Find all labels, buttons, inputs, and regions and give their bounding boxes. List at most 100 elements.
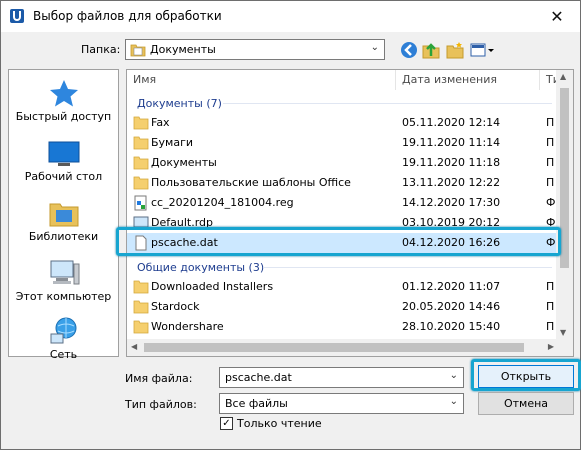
app-icon — [10, 9, 24, 23]
documents-folder-icon — [130, 44, 146, 57]
place-desktop[interactable]: Рабочий стол — [9, 140, 118, 183]
scroll-right-icon[interactable]: ▶ — [548, 342, 554, 351]
column-name[interactable]: Имя — [133, 73, 156, 86]
up-folder-button[interactable] — [421, 40, 441, 60]
filename-label: Имя файла: — [125, 372, 193, 385]
folder-row: Папка: Документы ⌄ — [1, 38, 580, 62]
file-row[interactable]: Пользовательские шаблоны Office 13.11.20… — [127, 173, 558, 193]
file-row[interactable]: Stardock 20.05.2020 14:46 П — [127, 297, 558, 317]
file-type: П — [546, 116, 555, 129]
file-type: П — [546, 300, 555, 313]
readonly-checkbox[interactable]: ✓ — [220, 417, 233, 430]
folder-icon — [133, 116, 149, 130]
window-title: Выбор файлов для обработки — [33, 9, 222, 23]
filetype-dropdown[interactable]: Все файлы ⌄ — [219, 393, 464, 414]
file-row[interactable]: Wondershare 28.10.2020 15:40 П — [127, 317, 558, 337]
file-name: Документы — [151, 156, 217, 169]
file-date: 01.12.2020 11:07 — [402, 280, 501, 293]
close-icon: ✕ — [550, 7, 564, 26]
checkmark-icon: ✓ — [222, 418, 231, 429]
folder-icon — [133, 320, 149, 334]
file-name: Fax — [151, 116, 170, 129]
chevron-down-icon: ⌄ — [370, 42, 379, 53]
new-folder-button[interactable] — [445, 40, 465, 60]
folder-label: Папка: — [81, 43, 121, 56]
scroll-left-icon[interactable]: ◀ — [131, 342, 137, 351]
place-quick-access[interactable]: Быстрый доступ — [9, 78, 118, 123]
place-this-pc[interactable]: Этот компьютер — [9, 258, 118, 303]
scroll-up-icon[interactable]: ▲ — [560, 72, 566, 81]
file-date: 13.11.2020 12:22 — [402, 176, 501, 189]
group-header-documents[interactable]: Документы (7) — [127, 93, 558, 113]
file-date: 19.11.2020 11:18 — [402, 156, 501, 169]
open-button[interactable]: Открыть — [478, 365, 574, 388]
title-bar: Выбор файлов для обработки ✕ — [1, 1, 580, 32]
column-header: ˄ Имя Дата изменения Ти — [127, 69, 560, 90]
group-divider — [263, 267, 552, 268]
column-date[interactable]: Дата изменения — [402, 73, 497, 86]
registry-file-icon — [134, 195, 147, 211]
filetype-value: Все файлы — [225, 397, 288, 410]
folder-dropdown[interactable]: Документы ⌄ — [125, 39, 385, 60]
file-date: 05.11.2020 12:14 — [402, 116, 501, 129]
column-separator[interactable] — [395, 70, 396, 90]
folder-icon — [133, 176, 149, 190]
horizontal-scrollbar[interactable]: ◀ ▶ — [127, 339, 558, 356]
file-row[interactable]: cc_20201204_181004.reg 14.12.2020 17:30 … — [127, 193, 558, 213]
column-separator[interactable] — [539, 70, 540, 90]
file-name: Пользовательские шаблоны Office — [151, 176, 351, 189]
folder-value: Документы — [150, 43, 216, 56]
view-menu-button[interactable] — [469, 40, 495, 60]
folder-icon — [133, 136, 149, 150]
scroll-down-icon[interactable]: ▼ — [560, 328, 566, 337]
group-divider — [223, 103, 552, 104]
file-row[interactable]: Документы 19.11.2020 11:18 П — [127, 153, 558, 173]
file-row[interactable]: Downloaded Installers 01.12.2020 11:07 П — [127, 277, 558, 297]
desktop-icon — [48, 141, 79, 166]
file-open-dialog: Выбор файлов для обработки ✕ Папка: Доку… — [0, 0, 581, 450]
place-libraries[interactable]: Библиотеки — [9, 198, 118, 243]
file-name: Бумаги — [151, 136, 194, 149]
back-button[interactable] — [399, 40, 419, 60]
folder-icon — [133, 156, 149, 170]
scroll-thumb[interactable] — [144, 343, 524, 352]
file-type: П — [546, 280, 555, 293]
cancel-button[interactable]: Отмена — [478, 392, 574, 415]
place-network[interactable]: Сеть — [9, 316, 118, 361]
star-icon — [49, 80, 78, 107]
libraries-icon — [49, 203, 78, 227]
scroll-corner — [556, 339, 573, 356]
file-type: Ф — [546, 196, 556, 209]
file-date: 14.12.2020 17:30 — [402, 196, 501, 209]
file-name: cc_20201204_181004.reg — [151, 196, 294, 209]
file-type: П — [546, 176, 555, 189]
file-row[interactable]: Бумаги 19.11.2020 11:14 П — [127, 133, 558, 153]
place-label: Рабочий стол — [24, 170, 103, 183]
group-label: Документы (7) — [137, 97, 222, 110]
place-label: Быстрый доступ — [15, 110, 112, 123]
network-icon — [50, 317, 76, 344]
group-header-shared-documents[interactable]: Общие документы (3) — [127, 257, 558, 277]
file-type: П — [546, 156, 555, 169]
file-row[interactable]: Fax 05.11.2020 12:14 П — [127, 113, 558, 133]
close-button[interactable]: ✕ — [534, 1, 580, 32]
group-label: Общие документы (3) — [137, 261, 265, 274]
selection-highlight-frame — [116, 227, 561, 256]
folder-icon — [133, 280, 149, 294]
file-name: Wondershare — [151, 320, 224, 333]
filename-input[interactable]: pscache.dat ⌄ — [219, 367, 464, 388]
scroll-thumb[interactable] — [560, 88, 569, 268]
filename-value: pscache.dat — [225, 371, 292, 384]
file-date: 19.11.2020 11:14 — [402, 136, 501, 149]
folder-icon — [133, 300, 149, 314]
sort-arrow-icon: ˄ — [255, 69, 260, 77]
vertical-scrollbar[interactable]: ▲ ▼ — [556, 70, 573, 339]
file-list[interactable]: ˄ Имя Дата изменения Ти Документы (7) Fa… — [126, 69, 574, 357]
readonly-label: Только чтение — [237, 417, 322, 430]
file-date: 28.10.2020 15:40 — [402, 320, 501, 333]
file-name: Stardock — [151, 300, 200, 313]
chevron-down-icon[interactable]: ⌄ — [450, 370, 458, 381]
place-label: Сеть — [49, 348, 78, 361]
places-bar: Быстрый доступ Рабочий стол Библиотеки Э… — [8, 69, 119, 361]
file-type: П — [546, 136, 555, 149]
